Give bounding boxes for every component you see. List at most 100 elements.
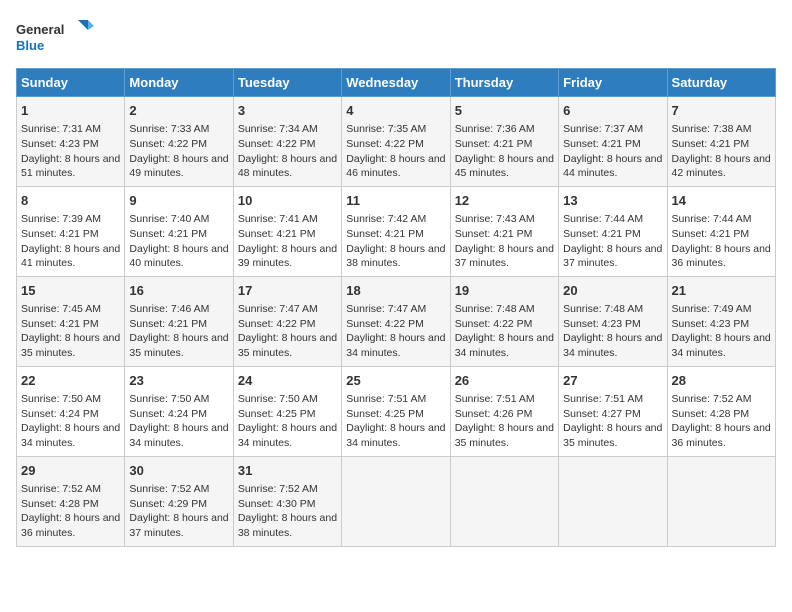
day-number: 24 xyxy=(238,372,337,390)
daylight-label: Daylight: 8 hours and 40 minutes. xyxy=(129,243,228,270)
sunset-label: Sunset: 4:23 PM xyxy=(563,318,641,330)
daylight-label: Daylight: 8 hours and 34 minutes. xyxy=(672,332,771,359)
daylight-label: Daylight: 8 hours and 44 minutes. xyxy=(563,153,662,180)
calendar-cell: 23Sunrise: 7:50 AMSunset: 4:24 PMDayligh… xyxy=(125,366,233,456)
day-number: 20 xyxy=(563,282,662,300)
calendar-week-row: 22Sunrise: 7:50 AMSunset: 4:24 PMDayligh… xyxy=(17,366,776,456)
daylight-label: Daylight: 8 hours and 37 minutes. xyxy=(129,512,228,539)
sunrise-label: Sunrise: 7:48 AM xyxy=(563,303,643,315)
sunrise-label: Sunrise: 7:40 AM xyxy=(129,213,209,225)
day-number: 13 xyxy=(563,192,662,210)
svg-text:Blue: Blue xyxy=(16,38,44,53)
calendar-cell: 18Sunrise: 7:47 AMSunset: 4:22 PMDayligh… xyxy=(342,276,450,366)
calendar-cell: 30Sunrise: 7:52 AMSunset: 4:29 PMDayligh… xyxy=(125,456,233,546)
day-number: 7 xyxy=(672,102,771,120)
sunrise-label: Sunrise: 7:42 AM xyxy=(346,213,426,225)
sunset-label: Sunset: 4:22 PM xyxy=(346,318,424,330)
day-header: Friday xyxy=(559,69,667,97)
sunrise-label: Sunrise: 7:50 AM xyxy=(238,393,318,405)
daylight-label: Daylight: 8 hours and 34 minutes. xyxy=(129,422,228,449)
sunset-label: Sunset: 4:21 PM xyxy=(455,228,533,240)
svg-text:General: General xyxy=(16,22,64,37)
sunset-label: Sunset: 4:22 PM xyxy=(238,138,316,150)
sunset-label: Sunset: 4:21 PM xyxy=(455,138,533,150)
sunrise-label: Sunrise: 7:51 AM xyxy=(563,393,643,405)
day-header: Saturday xyxy=(667,69,775,97)
calendar-cell: 17Sunrise: 7:47 AMSunset: 4:22 PMDayligh… xyxy=(233,276,341,366)
day-number: 26 xyxy=(455,372,554,390)
header: General Blue xyxy=(16,16,776,60)
sunset-label: Sunset: 4:25 PM xyxy=(238,408,316,420)
day-header: Sunday xyxy=(17,69,125,97)
day-number: 2 xyxy=(129,102,228,120)
sunrise-label: Sunrise: 7:47 AM xyxy=(238,303,318,315)
calendar-cell: 10Sunrise: 7:41 AMSunset: 4:21 PMDayligh… xyxy=(233,186,341,276)
sunset-label: Sunset: 4:29 PM xyxy=(129,498,207,510)
sunset-label: Sunset: 4:22 PM xyxy=(455,318,533,330)
calendar-cell xyxy=(667,456,775,546)
sunrise-label: Sunrise: 7:50 AM xyxy=(129,393,209,405)
daylight-label: Daylight: 8 hours and 45 minutes. xyxy=(455,153,554,180)
day-number: 14 xyxy=(672,192,771,210)
sunrise-label: Sunrise: 7:39 AM xyxy=(21,213,101,225)
calendar-week-row: 29Sunrise: 7:52 AMSunset: 4:28 PMDayligh… xyxy=(17,456,776,546)
sunrise-label: Sunrise: 7:44 AM xyxy=(672,213,752,225)
calendar-cell: 25Sunrise: 7:51 AMSunset: 4:25 PMDayligh… xyxy=(342,366,450,456)
daylight-label: Daylight: 8 hours and 49 minutes. xyxy=(129,153,228,180)
calendar-cell: 2Sunrise: 7:33 AMSunset: 4:22 PMDaylight… xyxy=(125,97,233,187)
calendar-cell: 13Sunrise: 7:44 AMSunset: 4:21 PMDayligh… xyxy=(559,186,667,276)
calendar-cell: 3Sunrise: 7:34 AMSunset: 4:22 PMDaylight… xyxy=(233,97,341,187)
calendar-cell: 27Sunrise: 7:51 AMSunset: 4:27 PMDayligh… xyxy=(559,366,667,456)
sunrise-label: Sunrise: 7:51 AM xyxy=(346,393,426,405)
sunset-label: Sunset: 4:28 PM xyxy=(21,498,99,510)
daylight-label: Daylight: 8 hours and 46 minutes. xyxy=(346,153,445,180)
sunset-label: Sunset: 4:21 PM xyxy=(21,228,99,240)
calendar-cell: 12Sunrise: 7:43 AMSunset: 4:21 PMDayligh… xyxy=(450,186,558,276)
sunset-label: Sunset: 4:25 PM xyxy=(346,408,424,420)
sunset-label: Sunset: 4:21 PM xyxy=(672,138,750,150)
sunrise-label: Sunrise: 7:50 AM xyxy=(21,393,101,405)
sunset-label: Sunset: 4:21 PM xyxy=(346,228,424,240)
sunrise-label: Sunrise: 7:52 AM xyxy=(21,483,101,495)
daylight-label: Daylight: 8 hours and 34 minutes. xyxy=(563,332,662,359)
sunset-label: Sunset: 4:21 PM xyxy=(129,318,207,330)
day-number: 3 xyxy=(238,102,337,120)
daylight-label: Daylight: 8 hours and 48 minutes. xyxy=(238,153,337,180)
sunrise-label: Sunrise: 7:33 AM xyxy=(129,123,209,135)
daylight-label: Daylight: 8 hours and 38 minutes. xyxy=(346,243,445,270)
sunrise-label: Sunrise: 7:46 AM xyxy=(129,303,209,315)
daylight-label: Daylight: 8 hours and 34 minutes. xyxy=(346,422,445,449)
sunset-label: Sunset: 4:24 PM xyxy=(21,408,99,420)
day-number: 23 xyxy=(129,372,228,390)
calendar-cell: 16Sunrise: 7:46 AMSunset: 4:21 PMDayligh… xyxy=(125,276,233,366)
calendar-cell: 31Sunrise: 7:52 AMSunset: 4:30 PMDayligh… xyxy=(233,456,341,546)
calendar-cell: 28Sunrise: 7:52 AMSunset: 4:28 PMDayligh… xyxy=(667,366,775,456)
day-number: 9 xyxy=(129,192,228,210)
calendar-week-row: 15Sunrise: 7:45 AMSunset: 4:21 PMDayligh… xyxy=(17,276,776,366)
sunset-label: Sunset: 4:21 PM xyxy=(238,228,316,240)
daylight-label: Daylight: 8 hours and 35 minutes. xyxy=(563,422,662,449)
sunrise-label: Sunrise: 7:43 AM xyxy=(455,213,535,225)
sunset-label: Sunset: 4:21 PM xyxy=(563,138,641,150)
sunset-label: Sunset: 4:21 PM xyxy=(672,228,750,240)
sunrise-label: Sunrise: 7:37 AM xyxy=(563,123,643,135)
sunrise-label: Sunrise: 7:49 AM xyxy=(672,303,752,315)
day-header: Wednesday xyxy=(342,69,450,97)
day-header: Thursday xyxy=(450,69,558,97)
day-number: 12 xyxy=(455,192,554,210)
day-number: 19 xyxy=(455,282,554,300)
header-row: SundayMondayTuesdayWednesdayThursdayFrid… xyxy=(17,69,776,97)
calendar-cell: 21Sunrise: 7:49 AMSunset: 4:23 PMDayligh… xyxy=(667,276,775,366)
daylight-label: Daylight: 8 hours and 36 minutes. xyxy=(672,422,771,449)
logo: General Blue xyxy=(16,16,96,60)
daylight-label: Daylight: 8 hours and 34 minutes. xyxy=(455,332,554,359)
calendar-cell xyxy=(342,456,450,546)
daylight-label: Daylight: 8 hours and 37 minutes. xyxy=(563,243,662,270)
logo-svg: General Blue xyxy=(16,16,96,60)
day-number: 1 xyxy=(21,102,120,120)
day-number: 11 xyxy=(346,192,445,210)
calendar-cell: 29Sunrise: 7:52 AMSunset: 4:28 PMDayligh… xyxy=(17,456,125,546)
sunset-label: Sunset: 4:26 PM xyxy=(455,408,533,420)
daylight-label: Daylight: 8 hours and 51 minutes. xyxy=(21,153,120,180)
calendar-cell: 26Sunrise: 7:51 AMSunset: 4:26 PMDayligh… xyxy=(450,366,558,456)
